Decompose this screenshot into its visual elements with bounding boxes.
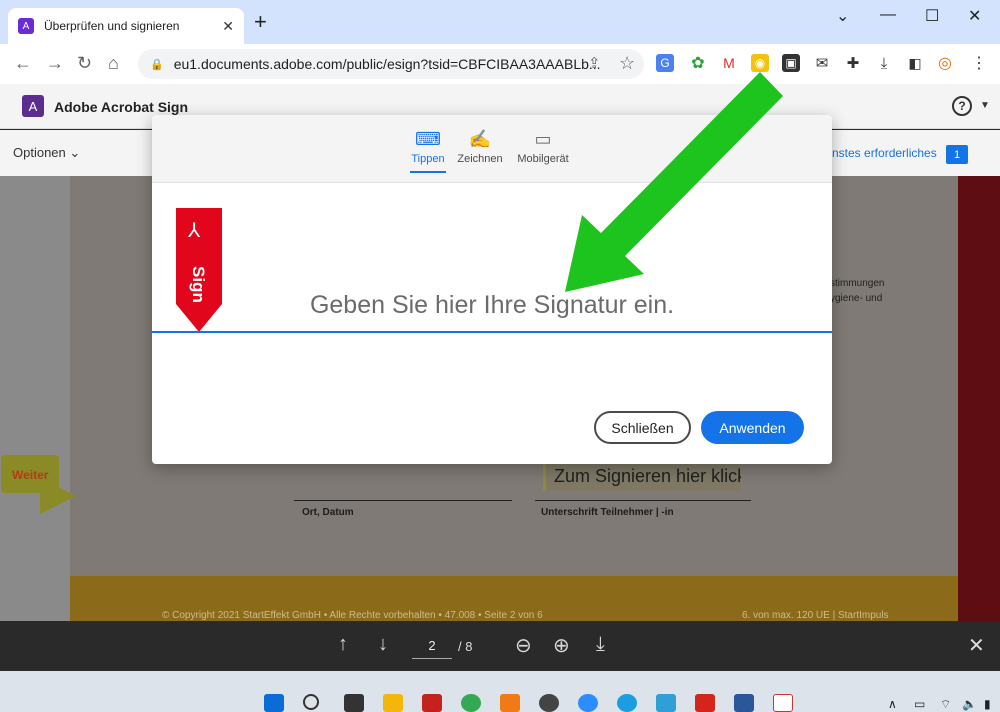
home-icon[interactable]: ⌂ [108,53,119,74]
maximize-icon[interactable]: ☐ [925,6,939,26]
acrobat-symbol-icon: ⅄ [188,220,201,242]
next-page-icon[interactable]: ↓ [378,633,388,656]
app-name: Adobe Acrobat Sign [54,99,189,115]
apply-button[interactable]: Anwenden [701,411,804,444]
xampp-icon[interactable] [500,694,520,712]
tray-chevron-icon[interactable]: ∧ [888,697,897,711]
tab-draw-label: Zeichnen [457,153,503,165]
acrobat-favicon-icon: A [18,18,34,34]
side-panel-icon[interactable]: ◧ [906,54,924,72]
start-icon[interactable] [264,694,284,712]
acrobat-app-icon[interactable] [695,694,715,712]
minimize-icon[interactable]: — [880,6,896,24]
copyright-text: © Copyright 2021 StartEffekt GmbH • Alle… [162,610,543,621]
pdf-toolbar: ↑ ↓ 2 / 8 ⊖ ⊕ ⤓ ✕ [0,621,1000,671]
signature-input[interactable]: Geben Sie hier Ihre Signatur ein. [152,291,832,320]
window-close-icon[interactable]: ✕ [968,6,981,26]
edge-icon[interactable] [617,694,637,712]
translate-extension-icon[interactable]: G [656,54,674,72]
side-text-line-1: stimmungen [830,278,885,289]
back-icon[interactable]: ← [14,53,32,74]
bookmark-star-icon[interactable]: ☆ [619,53,635,74]
sign-here-field[interactable]: Zum Signieren hier klick [543,461,741,491]
tab-type[interactable]: ⌨ Tippen [410,129,446,173]
zoom-in-icon[interactable]: ⊕ [553,633,570,658]
gmail-extension-icon[interactable]: M [720,54,738,72]
tray-display-icon[interactable]: ▭ [914,697,925,711]
mobile-icon: ▭ [534,129,552,149]
chrome-icon[interactable] [461,694,481,712]
task-view-icon[interactable] [344,694,364,712]
place-date-label: Ort, Datum [302,507,354,518]
download-icon[interactable]: ⤓ [875,54,893,72]
profile-avatar-icon[interactable]: ◎ [936,54,954,72]
page-red-edge [958,176,1000,621]
extensions-puzzle-icon[interactable]: ✚ [844,54,862,72]
place-date-line [294,500,512,501]
required-count-badge: 1 [946,145,968,164]
side-text: stimmungen ygiene- und [830,276,884,306]
page-number-input[interactable]: 2 [412,633,452,659]
mail-extension-icon[interactable]: ✉ [813,54,831,72]
zoom-out-icon[interactable]: ⊖ [515,633,532,658]
close-toolbar-icon[interactable]: ✕ [968,633,985,658]
signature-underline [152,331,832,333]
help-caret-icon[interactable]: ▼ [980,100,990,111]
snipping-icon[interactable] [773,694,793,712]
signature-modal: ⌨ Tippen ✍ Zeichnen ▭ Mobilgerät ⅄ Sign … [152,115,832,464]
menu-dots-icon[interactable]: ⋮ [970,54,988,72]
search-icon[interactable] [303,694,319,710]
volume-icon[interactable]: 🔈 [962,697,977,711]
tab-search-chevron-icon[interactable]: ⌄ [836,6,849,26]
notepad-icon[interactable] [656,694,676,712]
browser-tab[interactable]: A Überprüfen und signieren ✕ [8,8,244,44]
save-extension-icon[interactable]: ▣ [782,54,800,72]
lock-app-icon[interactable] [539,694,559,712]
signature-label: Unterschrift Teilnehmer | -in [541,507,674,518]
units-text: 6. von max. 120 UE | StartImpuls [742,610,889,621]
sign-bookmark: ⅄ Sign [176,208,222,304]
tab-close-icon[interactable]: ✕ [222,18,234,35]
next-required-link[interactable]: nstes erforderliches [832,146,937,160]
active-tab-underline [410,171,446,173]
tab-draw[interactable]: ✍ Zeichnen [457,129,503,165]
help-icon[interactable]: ? [952,96,972,116]
windows-taskbar: ∧ ▭ ⌔ 🔈 ▮ [0,671,1000,712]
side-text-line-2: ygiene- und [830,293,883,304]
close-button[interactable]: Schließen [594,411,691,444]
file-explorer-icon[interactable] [383,694,403,712]
tab-mobile-label: Mobilgerät [517,153,569,165]
previous-page-icon[interactable]: ↑ [338,633,348,656]
signature-line [535,500,751,501]
pen-icon: ✍ [468,129,492,149]
word-icon[interactable] [734,694,754,712]
tab-mobile[interactable]: ▭ Mobilgerät [516,129,570,165]
lock-icon[interactable]: 🔒 [150,58,164,71]
forward-icon[interactable]: → [46,53,64,74]
share-icon[interactable]: ⇪ [588,54,601,72]
next-button[interactable]: Weiter [1,455,59,493]
browser-toolbar: ← → ↻ ⌂ 🔒 eu1.documents.adobe.com/public… [0,44,1000,84]
acrobat-logo-icon: A [22,95,44,117]
address-bar[interactable]: 🔒 eu1.documents.adobe.com/public/esign?t… [138,49,644,79]
zoom-icon[interactable] [578,694,598,712]
new-tab-icon[interactable]: + [254,11,267,33]
browser-tab-bar: A Überprüfen und signieren ✕ + ⌄ — ☐ ✕ [0,0,1000,44]
reload-icon[interactable]: ↻ [77,53,92,74]
evernote-extension-icon[interactable]: ✿ [689,54,707,72]
signature-mode-tabs: ⌨ Tippen ✍ Zeichnen ▭ Mobilgerät [152,115,832,183]
battery-icon[interactable]: ▮ [984,697,991,711]
options-menu[interactable]: Optionen ⌄ [13,145,80,161]
page-total: / 8 [458,639,473,654]
gmail-app-icon[interactable] [422,694,442,712]
tab-title: Überprüfen und signieren [44,19,180,33]
url-text: eu1.documents.adobe.com/public/esign?tsi… [173,56,601,72]
keyboard-icon: ⌨ [415,129,441,149]
download-pdf-icon[interactable]: ⤓ [596,633,605,656]
wifi-icon[interactable]: ⌔ [940,697,951,712]
keep-extension-icon[interactable]: ◉ [751,54,769,72]
tab-type-label: Tippen [411,153,445,165]
